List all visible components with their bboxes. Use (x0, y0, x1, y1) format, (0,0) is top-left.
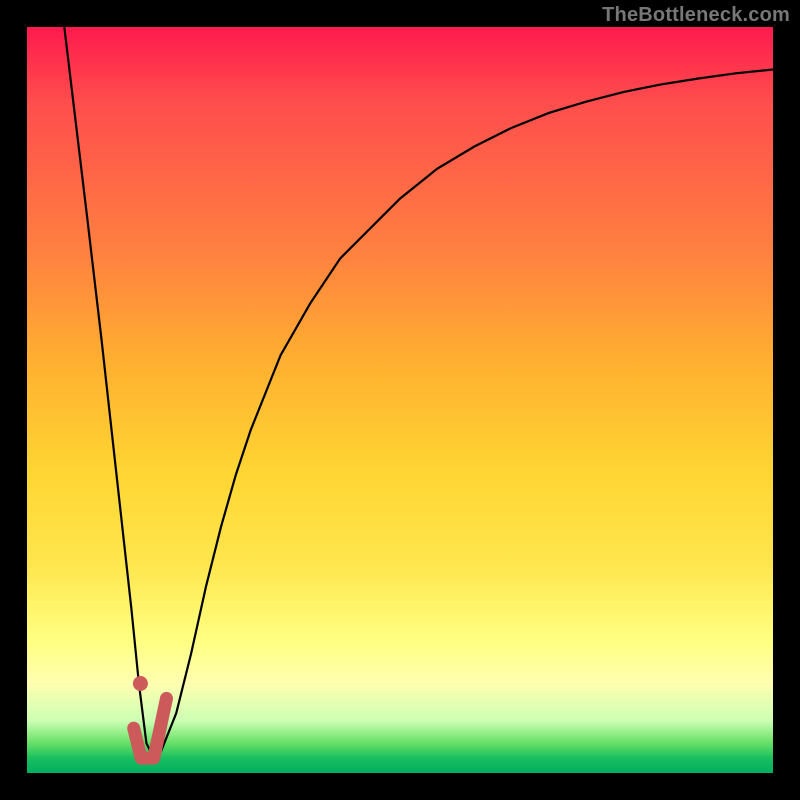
chart-frame: TheBottleneck.com (0, 0, 800, 800)
chart-svg-layer (27, 27, 773, 773)
marker-hook (134, 698, 167, 758)
bottleneck-curve (64, 27, 773, 758)
watermark-text: TheBottleneck.com (602, 4, 790, 27)
marker-dot (133, 676, 148, 691)
